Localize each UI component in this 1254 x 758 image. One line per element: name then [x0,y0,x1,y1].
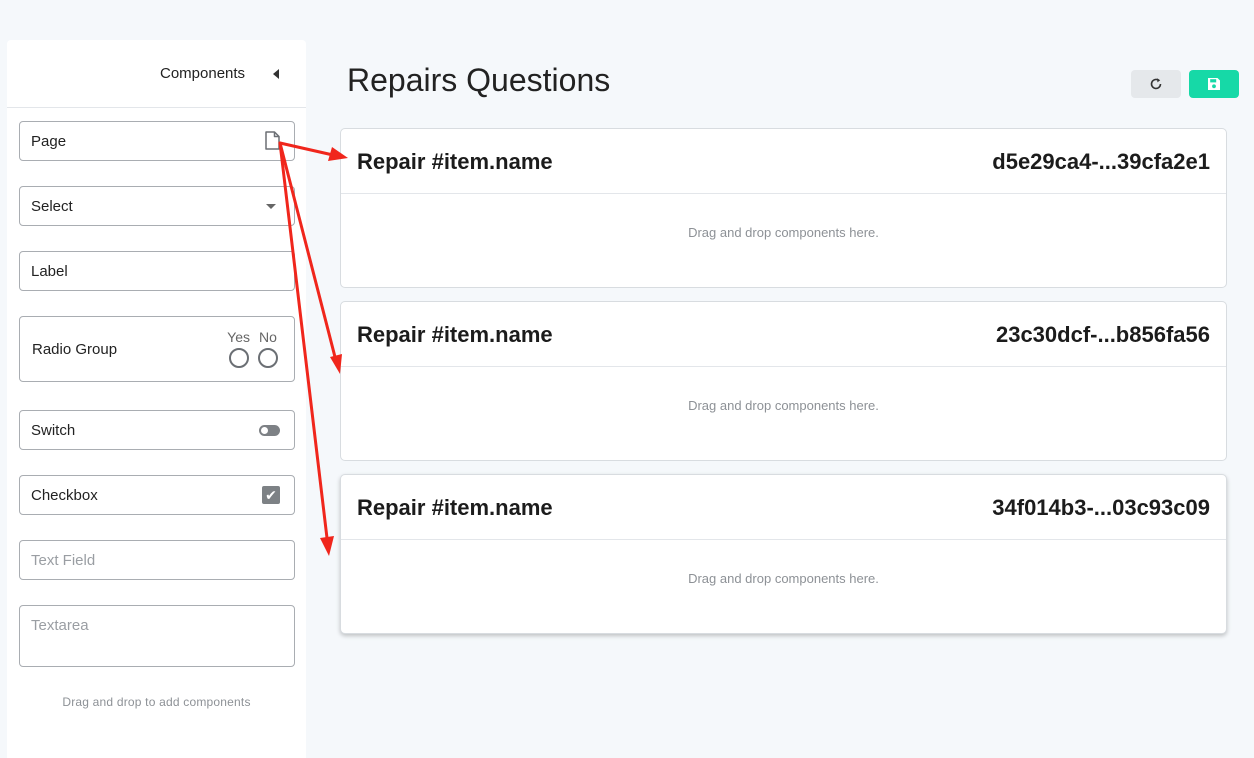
radio-options: Yes No [227,329,278,368]
card-id: d5e29ca4-...39cfa2e1 [992,149,1210,174]
save-button[interactable] [1189,70,1239,98]
drop-zone-hint: Drag and drop components here. [688,398,879,413]
component-checkbox-label: Checkbox [31,487,98,504]
drop-zone-hint: Drag and drop components here. [688,571,879,586]
radio-circle-icon [228,348,249,368]
component-label[interactable]: Label [19,251,295,291]
component-switch[interactable]: Switch [19,410,295,450]
component-text-field-placeholder: Text Field [31,552,96,569]
page-card[interactable]: Repair #item.name d5e29ca4-...39cfa2e1 D… [340,128,1227,288]
component-text-field[interactable]: Text Field [19,540,295,580]
drop-zone-hint: Drag and drop components here. [688,225,879,240]
card-header: Repair #item.name d5e29ca4-...39cfa2e1 [341,129,1226,194]
toggle-icon [259,425,280,436]
card-id: 34f014b3-...03c93c09 [992,495,1210,520]
component-page[interactable]: Page [19,121,295,161]
radio-option-label: No [259,329,277,345]
radio-option-yes: Yes [227,329,250,368]
card-header: Repair #item.name 34f014b3-...03c93c09 [341,475,1226,540]
component-select[interactable]: Select [19,186,295,226]
component-page-label: Page [31,133,67,150]
refresh-icon [1150,78,1162,90]
page-card[interactable]: Repair #item.name 23c30dcf-...b856fa56 D… [340,301,1227,461]
page-title: Repairs Questions [347,62,611,98]
file-icon [265,131,280,150]
components-sidebar: Components Page Select Label Radio Group… [7,40,306,758]
card-title: Repair #item.name [357,495,553,520]
card-header: Repair #item.name 23c30dcf-...b856fa56 [341,302,1226,367]
card-title: Repair #item.name [357,322,553,347]
save-icon [1208,78,1220,90]
collapse-left-icon[interactable] [273,69,279,79]
component-textarea[interactable]: Textarea [19,605,295,667]
sidebar-title: Components [160,65,246,82]
component-textarea-placeholder: Textarea [31,617,89,634]
card-id: 23c30dcf-...b856fa56 [995,322,1210,347]
component-switch-label: Switch [31,422,76,439]
component-radio-group-label: Radio Group [32,341,118,358]
sidebar-header: Components [7,40,306,108]
sidebar-footer-hint: Drag and drop to add components [62,695,251,709]
radio-circle-icon [258,348,278,368]
component-checkbox[interactable]: Checkbox ✔ [19,475,295,515]
caret-down-icon [266,204,276,209]
radio-option-label: Yes [227,329,250,345]
checkbox-checked-icon: ✔ [262,486,280,504]
component-select-label: Select [31,198,73,215]
radio-option-no: No [258,329,278,368]
refresh-button[interactable] [1131,70,1181,98]
arrow-head-icon [320,536,334,556]
component-radio-group[interactable]: Radio Group Yes No [19,316,295,382]
component-label-label: Label [31,263,68,280]
page-card[interactable]: Repair #item.name 34f014b3-...03c93c09 D… [340,474,1227,634]
card-title: Repair #item.name [357,149,553,174]
